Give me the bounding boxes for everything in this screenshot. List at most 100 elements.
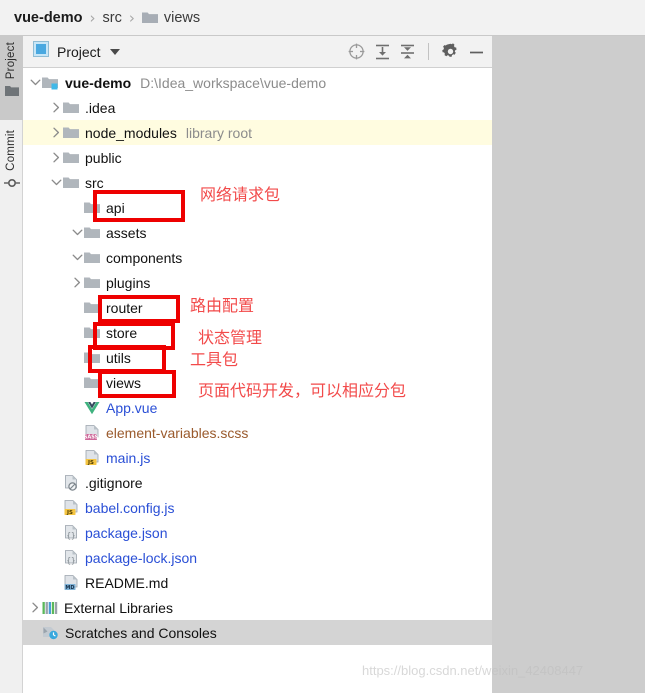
tree-row-package-lock-json[interactable]: {} package-lock.json bbox=[23, 545, 492, 570]
tree-row-label: App.vue bbox=[106, 399, 158, 416]
tree-row-label: README.md bbox=[85, 574, 169, 591]
collapse-all-icon[interactable] bbox=[400, 44, 415, 60]
sidebar-tab-project[interactable]: Project bbox=[0, 36, 23, 120]
folder-icon bbox=[84, 201, 100, 214]
breadcrumb-item-src[interactable]: src bbox=[103, 10, 122, 26]
tree-row-src[interactable]: src bbox=[23, 170, 492, 195]
chevron-right-icon[interactable] bbox=[50, 126, 63, 139]
tree-row-label: components bbox=[106, 249, 183, 266]
scss-file-icon: SASS bbox=[84, 424, 100, 441]
folder-icon bbox=[63, 151, 79, 164]
breadcrumb: vue-demo › src › views bbox=[0, 0, 645, 36]
folder-icon bbox=[84, 301, 100, 314]
svg-text:SASS: SASS bbox=[84, 434, 99, 440]
tree-row--gitignore[interactable]: .gitignore bbox=[23, 470, 492, 495]
json-file-icon: {} bbox=[63, 524, 79, 541]
folder-icon bbox=[63, 101, 79, 114]
tree-row-label: assets bbox=[106, 224, 147, 241]
folder-icon bbox=[84, 376, 100, 389]
folder-icon bbox=[84, 276, 100, 289]
settings-gear-icon[interactable] bbox=[442, 43, 459, 60]
chevron-right-icon[interactable] bbox=[50, 101, 63, 114]
tree-row-public[interactable]: public bbox=[23, 145, 492, 170]
tree-row-views[interactable]: views bbox=[23, 370, 492, 395]
sidebar-tab-project-label: Project bbox=[4, 42, 17, 80]
svg-text:{}: {} bbox=[66, 556, 75, 565]
breadcrumb-separator-icon: › bbox=[89, 8, 96, 27]
breadcrumb-separator-icon: › bbox=[128, 8, 135, 27]
vue-file-icon bbox=[84, 401, 100, 415]
tree-row-scratches-and-consoles[interactable]: Scratches and Consoles bbox=[23, 620, 492, 645]
svg-text:MD: MD bbox=[65, 584, 74, 590]
chevron-down-icon[interactable] bbox=[71, 226, 84, 239]
svg-text:JS: JS bbox=[66, 509, 73, 515]
tree-row-external-libraries[interactable]: External Libraries bbox=[23, 595, 492, 620]
tree-row-label: Scratches and Consoles bbox=[65, 624, 217, 641]
folder-icon bbox=[141, 11, 158, 24]
left-tool-window-bar: Project Commit bbox=[0, 36, 23, 693]
tree-row-store[interactable]: store bbox=[23, 320, 492, 345]
tree-row-api[interactable]: api bbox=[23, 195, 492, 220]
toolbar-divider bbox=[428, 43, 429, 60]
sidebar-tab-commit-label: Commit bbox=[4, 130, 17, 171]
project-tool-window: Project vue-demo D:\Idea_workspace\vue-d… bbox=[23, 36, 492, 693]
hide-panel-icon[interactable] bbox=[469, 44, 484, 60]
breadcrumb-item-views[interactable]: views bbox=[164, 10, 200, 26]
chevron-down-icon[interactable] bbox=[109, 48, 120, 55]
tree-row-label: babel.config.js bbox=[85, 499, 175, 516]
tree-row-utils[interactable]: utils bbox=[23, 345, 492, 370]
tree-row-label: element-variables.scss bbox=[106, 424, 249, 441]
chevron-down-icon[interactable] bbox=[50, 176, 63, 189]
tree-row-package-json[interactable]: {} package.json bbox=[23, 520, 492, 545]
svg-text:{}: {} bbox=[66, 531, 75, 540]
expand-all-icon[interactable] bbox=[375, 44, 390, 60]
svg-text:JS: JS bbox=[87, 459, 94, 465]
tree-row-app-vue[interactable]: App.vue bbox=[23, 395, 492, 420]
tree-row-assets[interactable]: assets bbox=[23, 220, 492, 245]
tree-row-label: node_modules bbox=[85, 124, 177, 141]
tree-row-label: views bbox=[106, 374, 142, 391]
tree-row-label: public bbox=[85, 149, 122, 166]
tree-row-router[interactable]: router bbox=[23, 295, 492, 320]
project-tree[interactable]: vue-demo D:\Idea_workspace\vue-demo .idea n… bbox=[23, 68, 492, 645]
ide-window: vue-demo › src › views Project Commit Pr… bbox=[0, 0, 645, 693]
tree-row-components[interactable]: components bbox=[23, 245, 492, 270]
tree-row-element-variables-scss[interactable]: SASS element-variables.scss bbox=[23, 420, 492, 445]
tree-row-label: plugins bbox=[106, 274, 151, 291]
tree-row-plugins[interactable]: plugins bbox=[23, 270, 492, 295]
tree-row-label: api bbox=[106, 199, 125, 216]
folder-icon bbox=[84, 351, 100, 364]
chevron-right-icon[interactable] bbox=[29, 601, 42, 614]
tree-row-hint: D:\Idea_workspace\vue-demo bbox=[140, 74, 327, 91]
folder-icon bbox=[4, 84, 19, 102]
breadcrumb-item-project[interactable]: vue-demo bbox=[14, 10, 83, 26]
project-folder-icon bbox=[42, 76, 59, 90]
tree-row-label: router bbox=[106, 299, 143, 316]
project-panel-toolbar bbox=[348, 43, 484, 60]
chevron-down-icon[interactable] bbox=[71, 251, 84, 264]
chevron-right-icon[interactable] bbox=[50, 151, 63, 164]
tree-row-label: .gitignore bbox=[85, 474, 143, 491]
select-opened-file-icon[interactable] bbox=[348, 43, 365, 60]
scratches-icon bbox=[42, 625, 59, 640]
tree-row-label: src bbox=[85, 174, 104, 191]
tree-row-node-modules[interactable]: node_modules library root bbox=[23, 120, 492, 145]
tree-row-label: package.json bbox=[85, 524, 168, 541]
commit-icon bbox=[3, 176, 20, 194]
tree-row-readme-md[interactable]: MD README.md bbox=[23, 570, 492, 595]
tree-row-label: store bbox=[106, 324, 138, 341]
external-libraries-icon bbox=[42, 601, 58, 615]
tree-row-babel-config-js[interactable]: JS babel.config.js bbox=[23, 495, 492, 520]
tree-row-label: vue-demo bbox=[65, 74, 132, 91]
tree-row-vue-demo[interactable]: vue-demo D:\Idea_workspace\vue-demo bbox=[23, 70, 492, 95]
tree-row--idea[interactable]: .idea bbox=[23, 95, 492, 120]
folder-icon bbox=[63, 126, 79, 139]
tree-row-main-js[interactable]: JS main.js bbox=[23, 445, 492, 470]
tree-row-hint: library root bbox=[185, 124, 252, 141]
chevron-right-icon[interactable] bbox=[71, 276, 84, 289]
chevron-down-icon[interactable] bbox=[29, 76, 42, 89]
tree-row-label: main.js bbox=[106, 449, 151, 466]
tree-row-label: External Libraries bbox=[64, 599, 173, 616]
sidebar-tab-commit[interactable]: Commit bbox=[0, 124, 23, 210]
tree-row-label: package-lock.json bbox=[85, 549, 198, 566]
